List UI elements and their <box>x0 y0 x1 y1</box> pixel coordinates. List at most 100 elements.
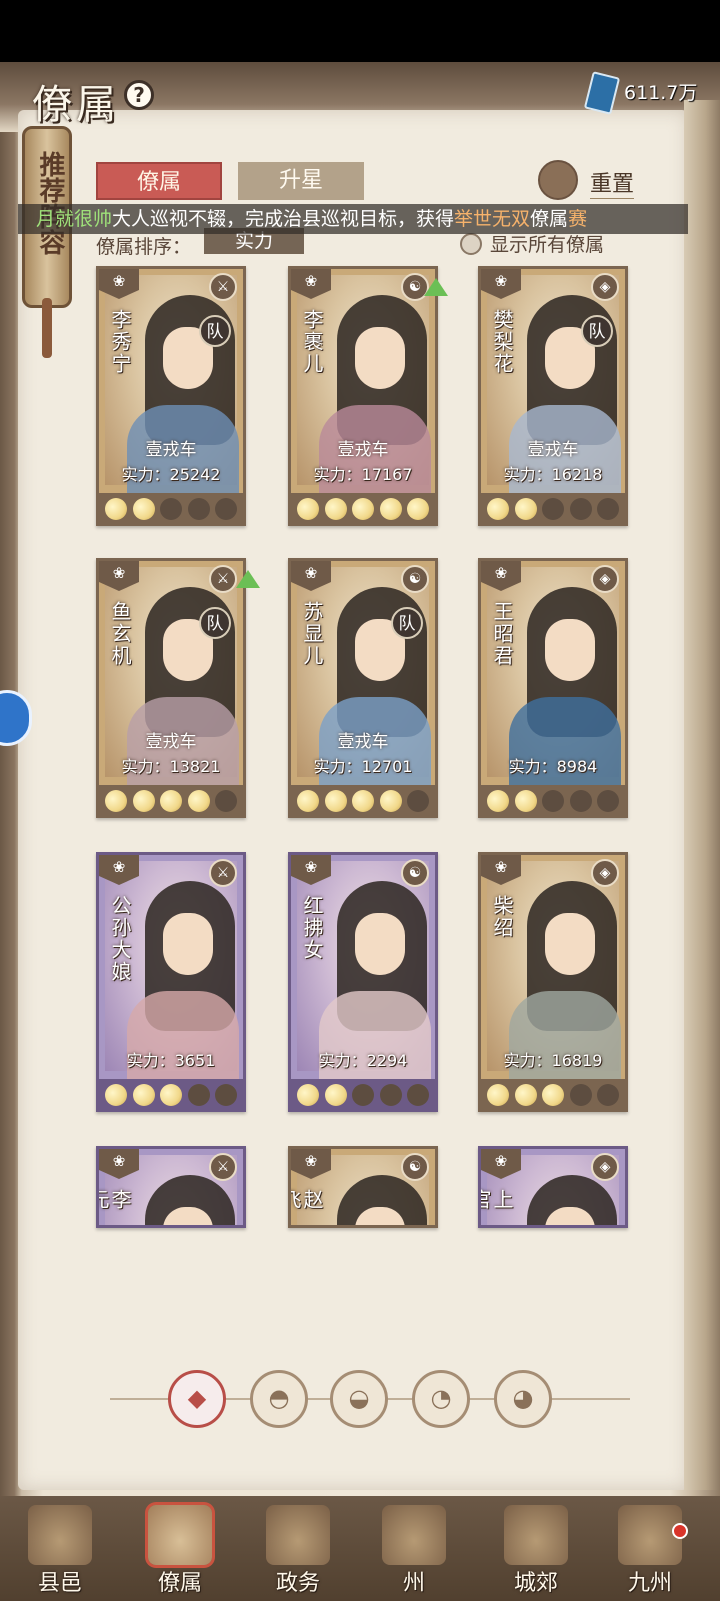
retainer-power: 实力：16819 <box>503 1051 603 1070</box>
moon-star-filled-icon <box>132 790 155 812</box>
marquee-player: 月就很帅 <box>36 208 113 230</box>
lion-filter-icon[interactable]: ◕ <box>494 1370 552 1428</box>
nav-suburbs[interactable]: 城郊 <box>486 1505 586 1597</box>
class-icon: ☯ <box>401 859 429 887</box>
moon-star-filled-icon <box>352 790 374 812</box>
province-mountain-icon <box>382 1505 446 1565</box>
retainer-rank: 壹戎车 <box>337 440 389 460</box>
class-icon: ◈ <box>591 565 619 593</box>
fan-filter-icon[interactable]: ◔ <box>412 1370 470 1428</box>
retainer-card[interactable]: ❀ ☯ 李裹儿 壹戎车 实力：17167 <box>288 266 438 526</box>
moon-star-filled-icon <box>542 1084 564 1106</box>
retainer-card[interactable]: ❀ ◈ 柴绍 实力：16819 <box>478 852 628 1112</box>
moon-star-filled-icon <box>160 790 182 812</box>
nav-label: 州 <box>402 1571 425 1596</box>
marquee-tail: 赛 <box>568 208 588 230</box>
moon-star-empty-icon <box>569 498 592 520</box>
retainer-card[interactable]: ❀ ◈ 王昭君 实力：8984 <box>478 558 628 818</box>
nav-affairs[interactable]: 政务 <box>248 1505 348 1597</box>
moon-star-filled-icon <box>105 498 127 520</box>
retainer-card[interactable]: ❀ ⚔ 公孙大娘 实力：3651 <box>96 852 246 1112</box>
moon-star-filled-icon <box>324 498 347 520</box>
moon-star-filled-icon <box>160 1084 182 1106</box>
retainer-name: 苏显儿 <box>300 601 324 667</box>
portrait-face <box>545 619 595 681</box>
help-icon[interactable]: ? <box>124 80 154 110</box>
class-icon: ⚔ <box>209 565 237 593</box>
moon-star-filled-icon <box>379 498 402 520</box>
bell-filter-icon[interactable]: ◓ <box>250 1370 308 1428</box>
retainer-power: 实力：25242 <box>121 465 221 484</box>
nav-county[interactable]: 县邑 <box>10 1505 110 1597</box>
class-icon: ◈ <box>591 273 619 301</box>
star-row <box>481 493 625 523</box>
moon-star-empty-icon <box>215 790 237 812</box>
marquee-text-2: 僚属 <box>530 208 569 230</box>
gourd-filter-icon[interactable]: ◒ <box>330 1370 388 1428</box>
moon-star-filled-icon <box>514 1084 537 1106</box>
portrait-face <box>163 913 213 975</box>
star-row <box>291 785 435 815</box>
upgrade-arrow-icon <box>236 570 260 588</box>
moon-star-filled-icon <box>132 1084 155 1106</box>
reset-label: 重置 <box>590 166 635 199</box>
moon-star-filled-icon <box>297 790 319 812</box>
retainer-power: 实力：3651 <box>126 1051 216 1070</box>
moon-star-empty-icon <box>379 1084 402 1106</box>
reset-button[interactable]: 重置 <box>538 160 658 202</box>
retainer-card[interactable]: ❀ ☯ 苏显儿队壹戎车 实力：12701 <box>288 558 438 818</box>
county-building-icon <box>28 1505 92 1565</box>
moon-star-filled-icon <box>105 790 127 812</box>
retainer-card[interactable]: ❀ ⚔ 鱼玄机队壹戎车 实力：13821 <box>96 558 246 818</box>
team-badge: 队 <box>199 315 231 347</box>
retainer-card[interactable]: ❀◈上官婉儿 <box>478 1146 628 1228</box>
moon-star-empty-icon <box>597 498 619 520</box>
retainer-portrait <box>487 567 621 787</box>
tab-star-up[interactable]: 升星 <box>238 162 364 200</box>
class-icon: ◈ <box>591 859 619 887</box>
moon-star-filled-icon <box>487 1084 509 1106</box>
tab-retainers[interactable]: 僚属 <box>96 162 222 200</box>
nav-nine-provinces[interactable]: 九州 <box>600 1505 700 1597</box>
class-icon: ⚔ <box>209 859 237 887</box>
all-filter-icon[interactable]: ◆ <box>168 1370 226 1428</box>
class-icon: ☯ <box>401 565 429 593</box>
retainer-name: 鱼玄机 <box>108 601 132 667</box>
retainer-rank: 壹戎车 <box>145 732 197 752</box>
retainer-name: 赵飞燕 <box>288 1189 324 1211</box>
notification-dot <box>672 1523 688 1539</box>
nav-retainers[interactable]: 僚属 <box>130 1505 230 1597</box>
retainer-card[interactable]: ❀☯赵飞燕 <box>288 1146 438 1228</box>
portrait-face <box>355 327 405 389</box>
moon-star-empty-icon <box>160 498 182 520</box>
retainer-card[interactable]: ❀⚔李元霸 <box>96 1146 246 1228</box>
team-badge: 队 <box>581 315 613 347</box>
retainer-name: 李元霸 <box>96 1189 132 1211</box>
currency-display[interactable]: 611.7万 <box>582 71 710 115</box>
retainer-name: 李裹儿 <box>300 309 324 375</box>
moon-star-filled-icon <box>352 498 374 520</box>
retainer-power: 实力：12701 <box>313 757 413 776</box>
retainer-card[interactable]: ❀ ☯ 红拂女 实力：2294 <box>288 852 438 1112</box>
moon-star-empty-icon <box>542 498 564 520</box>
show-all-checkbox[interactable] <box>460 233 482 255</box>
moon-star-filled-icon <box>407 498 429 520</box>
class-icon: ◈ <box>591 1153 619 1181</box>
retainer-card[interactable]: ❀ ⚔ 李秀宁队壹戎车 实力：25242 <box>96 266 246 526</box>
status-bar <box>0 0 720 62</box>
announcement-marquee: 月就很帅大人巡视不辍，完成治县巡视目标，获得举世无双僚属赛 <box>18 204 688 234</box>
nav-province[interactable]: 州 <box>364 1505 464 1597</box>
nav-label: 县邑 <box>37 1571 82 1596</box>
show-all-toggle[interactable]: 显示所有僚属 <box>460 230 604 257</box>
retainer-power: 实力：8984 <box>508 757 598 776</box>
moon-star-filled-icon <box>487 790 509 812</box>
moon-star-empty-icon <box>597 1084 619 1106</box>
moon-star-empty-icon <box>569 790 592 812</box>
star-row <box>481 785 625 815</box>
team-badge: 队 <box>391 607 423 639</box>
star-row <box>99 785 243 815</box>
team-badge: 队 <box>199 607 231 639</box>
retainer-name: 樊梨花 <box>490 309 514 375</box>
retainer-card[interactable]: ❀ ◈ 樊梨花队壹戎车 实力：16218 <box>478 266 628 526</box>
moon-star-empty-icon <box>187 1084 210 1106</box>
